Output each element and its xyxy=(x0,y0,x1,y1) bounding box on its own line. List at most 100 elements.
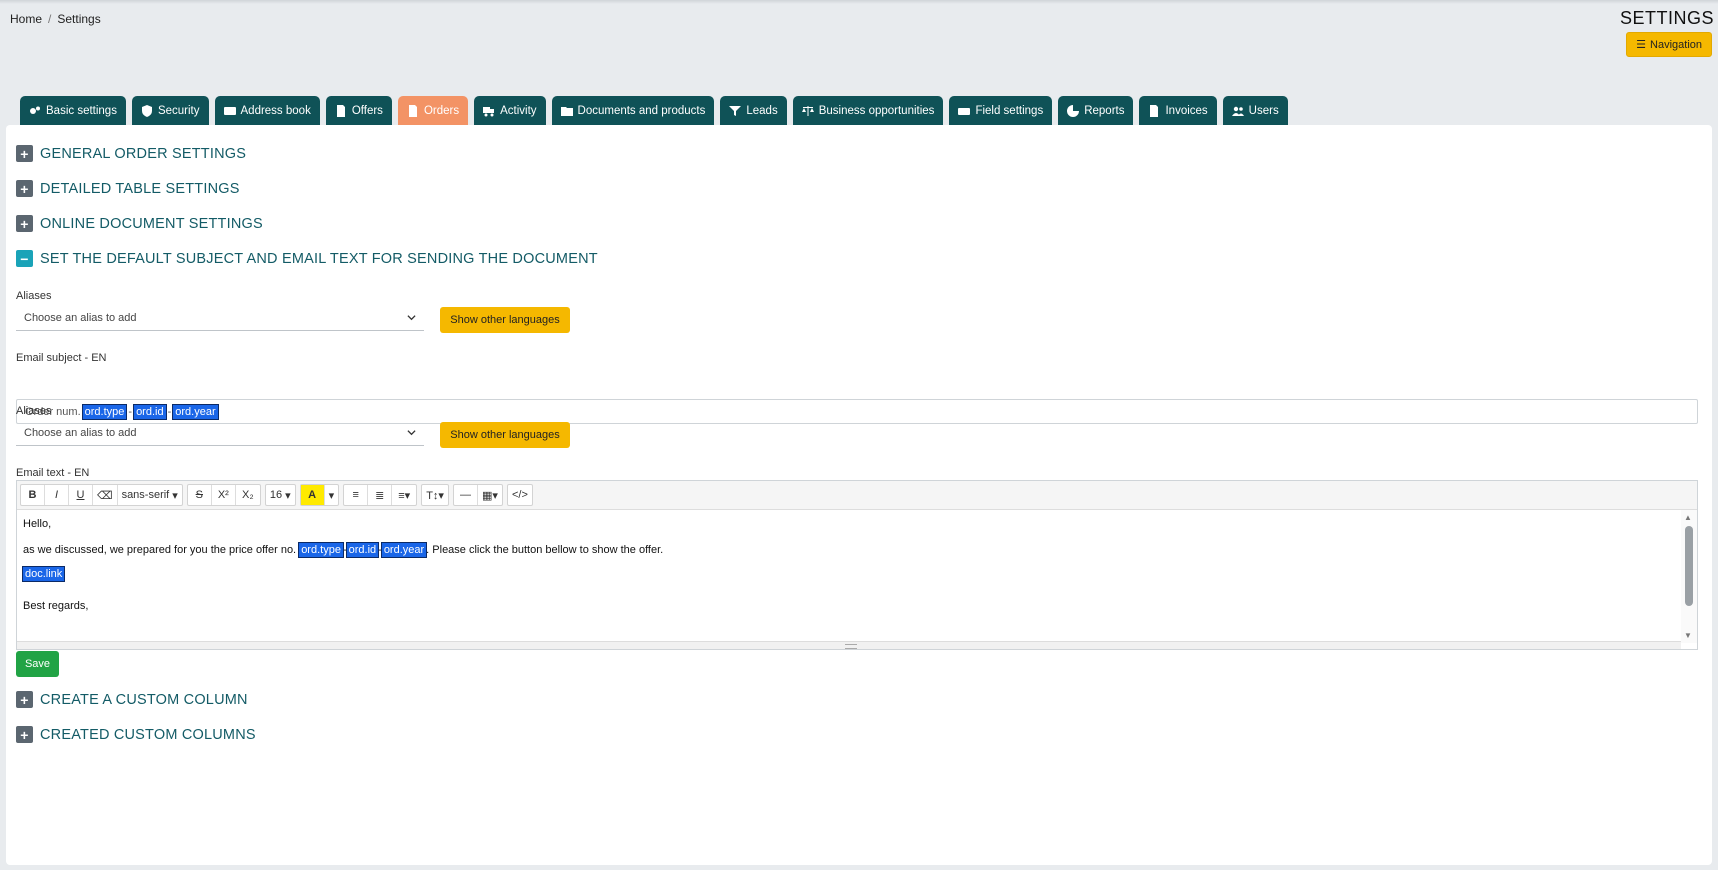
alias-tag[interactable]: ord.year xyxy=(380,542,428,558)
email-subject-label: Email subject - EN xyxy=(16,352,107,364)
alias-tag[interactable]: ord.id xyxy=(133,403,167,420)
email-greeting: Hello, xyxy=(23,518,52,530)
font-family-dropdown[interactable]: sans-serif ▾ xyxy=(118,485,182,505)
scroll-down-icon[interactable]: ▼ xyxy=(1684,631,1692,640)
section-created-custom-columns[interactable]: + CREATED CUSTOM COLUMNS xyxy=(16,726,256,743)
tab-business-opportunities[interactable]: Business opportunities xyxy=(792,96,944,125)
section-title: ONLINE DOCUMENT SETTINGS xyxy=(40,215,263,232)
tab-label: Address book xyxy=(240,104,311,117)
pie-chart-icon xyxy=(1067,104,1080,117)
truck-icon xyxy=(483,106,495,116)
editor-content[interactable]: Hello, as we discussed, we prepared for … xyxy=(17,510,1681,643)
section-title: DETAILED TABLE SETTINGS xyxy=(40,180,240,197)
section-title: CREATED CUSTOM COLUMNS xyxy=(40,726,256,743)
scroll-up-icon[interactable]: ▲ xyxy=(1684,513,1692,522)
tab-label: Leads xyxy=(746,104,778,117)
alias-tag[interactable]: ord.year xyxy=(172,403,219,420)
chevron-down-icon xyxy=(407,315,416,321)
alias-select-placeholder: Choose an alias to add xyxy=(24,312,137,324)
tab-security[interactable]: Security xyxy=(131,96,209,125)
aliases-label: Aliases xyxy=(16,405,52,417)
align-dropdown-icon[interactable]: ≡▾ xyxy=(392,485,416,505)
section-online-document-settings[interactable]: + ONLINE DOCUMENT SETTINGS xyxy=(16,215,263,232)
script-group: S X² X₂ xyxy=(186,484,261,506)
email-closing: Best regards, xyxy=(23,600,89,612)
alias-select-text[interactable]: Choose an alias to add xyxy=(16,421,424,446)
show-other-languages-button[interactable]: Show other languages xyxy=(440,307,570,333)
navigation-button[interactable]: ☰ Navigation xyxy=(1626,32,1712,57)
code-view-icon[interactable]: </> xyxy=(508,485,532,505)
tab-label: Offers xyxy=(351,104,383,117)
tab-label: Invoices xyxy=(1165,104,1208,117)
horizontal-rule-icon[interactable]: — xyxy=(454,485,478,505)
editor-scrollbar[interactable]: ▲ ▼ xyxy=(1681,510,1697,643)
breadcrumb-home[interactable]: Home xyxy=(10,12,42,26)
tab-field-settings[interactable]: Field settings xyxy=(949,96,1053,125)
folder-icon xyxy=(560,106,573,116)
tab-label: Users xyxy=(1248,104,1279,117)
keyboard-icon xyxy=(958,107,971,115)
scale-icon xyxy=(801,105,814,116)
font-size-dropdown[interactable]: 16 ▾ xyxy=(266,485,295,505)
tab-label: Basic settings xyxy=(46,104,117,117)
shield-icon xyxy=(141,104,152,117)
bold-icon[interactable]: B xyxy=(21,485,45,505)
tab-documents-and-products[interactable]: Documents and products xyxy=(551,96,715,125)
menu-icon: ☰ xyxy=(1636,39,1647,51)
alias-select-subject[interactable]: Choose an alias to add xyxy=(16,306,424,331)
filter-icon xyxy=(729,105,742,116)
italic-icon[interactable]: I xyxy=(45,485,69,505)
section-create-custom-column[interactable]: + CREATE A CUSTOM COLUMN xyxy=(16,691,248,708)
list-group: ≡ ≣ ≡▾ xyxy=(343,484,418,506)
show-other-languages-button[interactable]: Show other languages xyxy=(440,422,570,448)
unordered-list-icon[interactable]: ≡ xyxy=(344,485,369,505)
tab-activity[interactable]: Activity xyxy=(474,96,546,125)
alias-tag[interactable]: doc.link xyxy=(21,566,66,582)
table-icon[interactable]: ▦▾ xyxy=(478,485,502,505)
address-card-icon xyxy=(223,106,236,115)
section-general-order-settings[interactable]: + GENERAL ORDER SETTINGS xyxy=(16,145,246,162)
tab-label: Activity xyxy=(500,104,537,117)
aliases-label: Aliases xyxy=(16,290,52,302)
font-family-value: sans-serif xyxy=(121,489,170,501)
color-dropdown-icon[interactable]: ▾ xyxy=(325,485,339,505)
alias-tag[interactable]: ord.type xyxy=(81,403,128,420)
alias-tag[interactable]: ord.type xyxy=(298,542,344,558)
color-group: A ▾ xyxy=(299,484,340,506)
section-title: GENERAL ORDER SETTINGS xyxy=(40,145,247,162)
tab-orders[interactable]: Orders xyxy=(397,96,469,125)
alias-tag[interactable]: ord.id xyxy=(345,542,380,558)
email-text-label: Email text - EN xyxy=(16,467,90,479)
users-icon xyxy=(1231,106,1244,116)
scroll-thumb[interactable] xyxy=(1685,526,1693,606)
page-title: SETTINGS xyxy=(1619,8,1714,28)
subscript-icon[interactable]: X₂ xyxy=(236,485,260,505)
text-color-icon[interactable]: A xyxy=(300,485,325,505)
tab-reports[interactable]: Reports xyxy=(1058,96,1134,125)
navigation-label: Navigation xyxy=(1650,38,1702,51)
tab-address-book[interactable]: Address book xyxy=(214,96,320,125)
tag-separator: - xyxy=(128,405,133,418)
section-email-settings[interactable]: − SET THE DEFAULT SUBJECT AND EMAIL TEXT… xyxy=(16,250,598,267)
ordered-list-icon[interactable]: ≣ xyxy=(368,485,393,505)
tab-users[interactable]: Users xyxy=(1222,96,1288,125)
eraser-icon[interactable]: ⌫ xyxy=(93,485,118,505)
plus-icon: + xyxy=(16,215,33,232)
superscript-icon[interactable]: X² xyxy=(212,485,236,505)
tab-leads[interactable]: Leads xyxy=(720,96,787,125)
tab-label: Orders xyxy=(423,104,460,117)
top-shadow xyxy=(0,0,1718,4)
tab-offers[interactable]: Offers xyxy=(325,96,392,125)
editor-resize-handle[interactable] xyxy=(17,641,1681,649)
underline-icon[interactable]: U xyxy=(69,485,93,505)
tab-basic-settings[interactable]: Basic settings xyxy=(20,96,126,125)
insert-group: — ▦▾ xyxy=(452,484,503,506)
email-body-line: as we discussed, we prepared for you the… xyxy=(23,542,1675,558)
line-height-group: T↕▾ xyxy=(421,484,449,506)
gears-icon xyxy=(30,106,40,114)
line-height-icon[interactable]: T↕▾ xyxy=(422,485,448,505)
save-button[interactable]: Save xyxy=(16,651,59,677)
section-detailed-table-settings[interactable]: + DETAILED TABLE SETTINGS xyxy=(16,180,240,197)
tab-invoices[interactable]: Invoices xyxy=(1139,96,1217,125)
strikethrough-icon[interactable]: S xyxy=(188,485,212,505)
